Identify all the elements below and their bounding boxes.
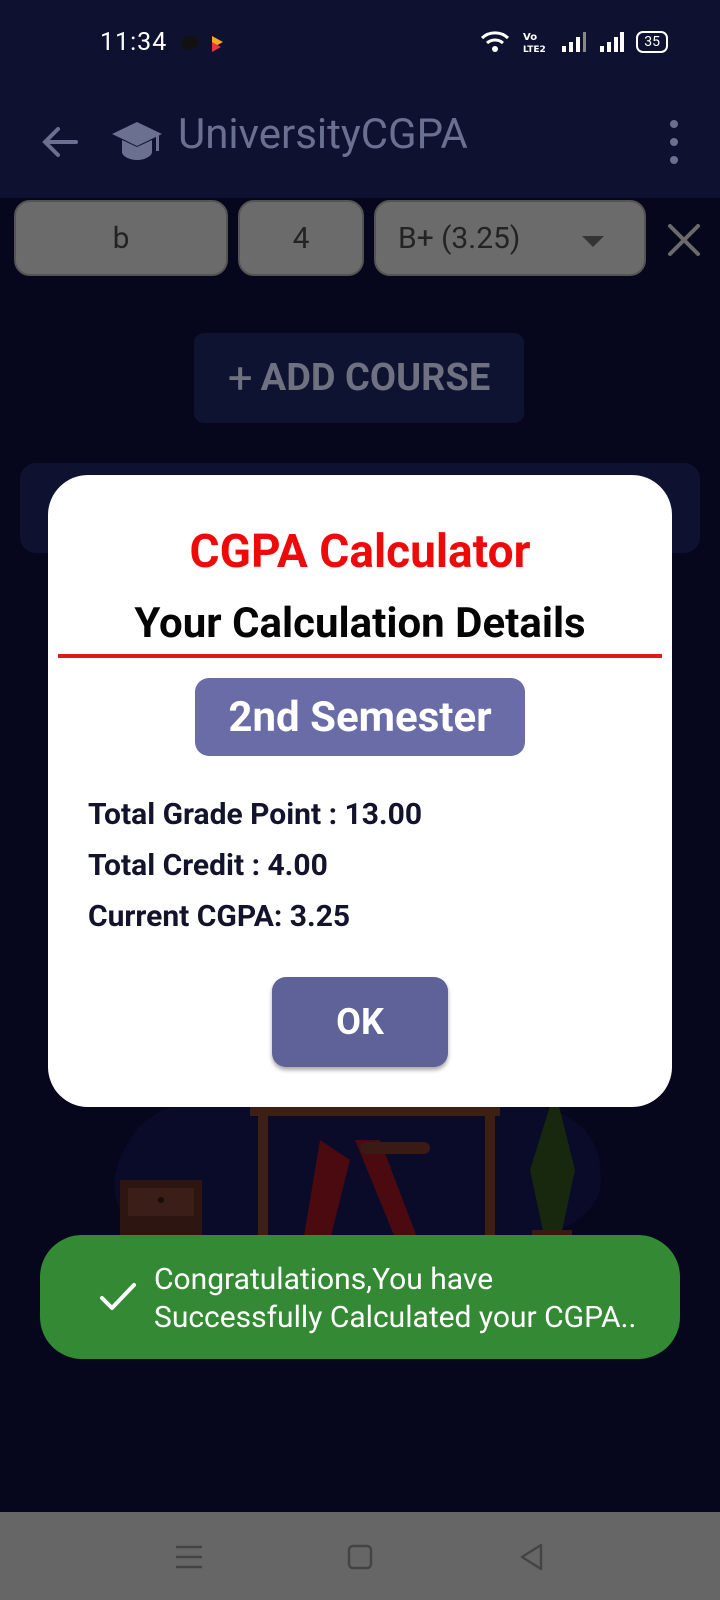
dialog-heading: CGPA Calculator (189, 525, 531, 579)
app-notification-icon (212, 36, 223, 52)
wifi-icon (481, 31, 510, 52)
dialog-divider (58, 654, 662, 658)
more-vert-icon[interactable] (664, 120, 684, 164)
check-icon (100, 1283, 136, 1310)
signal-sim1-icon (562, 32, 587, 52)
signal-sim2-icon (600, 32, 625, 52)
app-title: UniversityCGPA (178, 110, 468, 159)
status-bar: 11:34 Vo LTE2 35 (0, 0, 720, 90)
svg-text:LTE2: LTE2 (523, 45, 546, 54)
dialog-subheading: Your Calculation Details (134, 599, 586, 648)
status-notification-icons (180, 34, 228, 54)
chat-bubble-icon (181, 36, 199, 52)
course-name-field[interactable]: b (14, 200, 228, 276)
add-course-label: ADD COURSE (260, 356, 491, 400)
app-bar: UniversityCGPA (0, 90, 720, 198)
graduation-cap-icon (112, 122, 162, 160)
total-grade-point: Total Grade Point : 13.00 (88, 797, 423, 832)
system-nav-bar (0, 1512, 720, 1600)
nav-back-icon[interactable] (514, 1540, 548, 1574)
success-toast: Congratulations,You have Successfully Ca… (40, 1235, 680, 1359)
current-cgpa: Current CGPA: 3.25 (88, 899, 351, 934)
back-arrow-icon[interactable] (36, 118, 84, 166)
status-right-icons: Vo LTE2 35 (480, 30, 668, 54)
toast-line-1: Congratulations,You have (154, 1262, 494, 1297)
total-credit: Total Credit : 4.00 (88, 848, 328, 883)
svg-text:Vo: Vo (523, 32, 537, 43)
course-row: b 4 B+ (3.25) (14, 200, 714, 278)
nav-menu-icon[interactable] (172, 1540, 206, 1574)
status-time: 11:34 (100, 28, 168, 57)
toast-line-2: Successfully Calculated your CGPA.. (154, 1300, 637, 1335)
nav-home-icon[interactable] (343, 1540, 377, 1574)
battery-icon: 35 (636, 31, 668, 53)
semester-badge: 2nd Semester (195, 678, 525, 756)
add-course-button[interactable]: + ADD COURSE (194, 333, 524, 423)
close-icon[interactable] (664, 220, 704, 260)
dropdown-caret-icon (582, 236, 604, 247)
calculation-details: Total Grade Point : 13.00 Total Credit :… (88, 797, 422, 950)
result-dialog: CGPA Calculator Your Calculation Details… (48, 475, 672, 1107)
volte-icon: Vo LTE2 (523, 32, 546, 54)
grade-select[interactable]: B+ (3.25) (374, 200, 646, 276)
grade-select-value: B+ (3.25) (398, 220, 521, 256)
toast-message: Congratulations,You have Successfully Ca… (154, 1261, 636, 1337)
ok-button[interactable]: OK (272, 977, 448, 1067)
course-credit-field[interactable]: 4 (238, 200, 364, 276)
plus-icon: + (227, 352, 253, 404)
